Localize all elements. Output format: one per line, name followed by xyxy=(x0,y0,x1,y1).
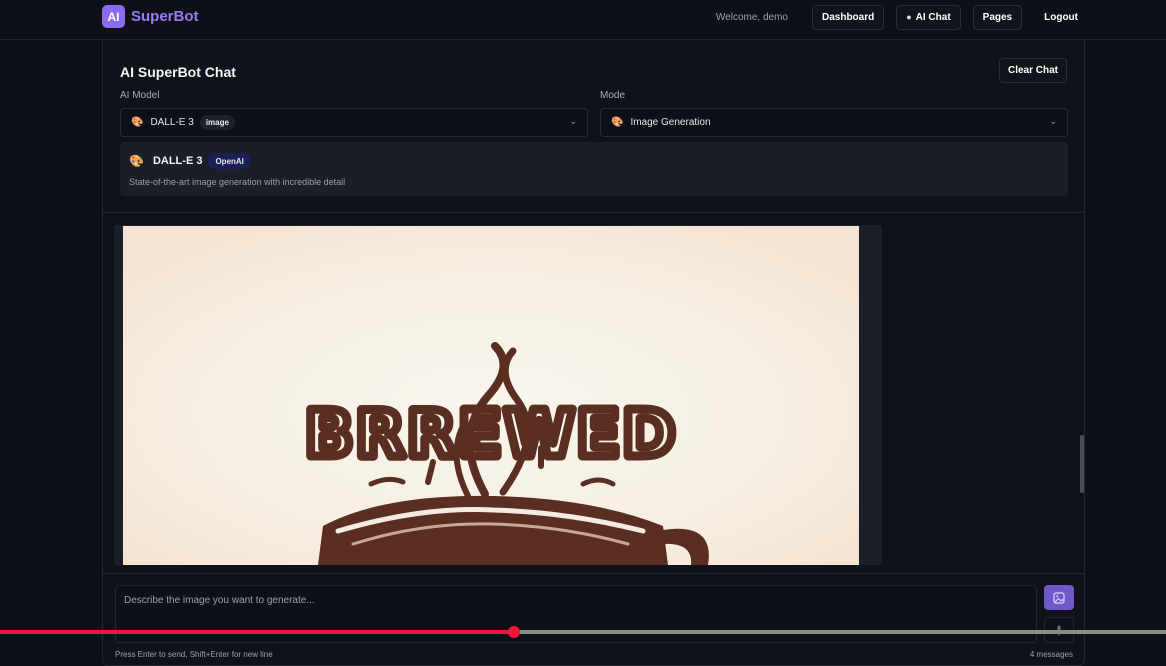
video-played-bar xyxy=(0,630,515,634)
mode-label: Mode xyxy=(600,90,626,101)
provider-badge: OpenAI xyxy=(208,153,251,169)
dashboard-button[interactable]: Dashboard xyxy=(811,4,885,30)
prompt-input[interactable] xyxy=(115,585,1037,643)
model-select-value: DALL-E 3 xyxy=(150,117,194,128)
input-hint: Press Enter to send, Shift+Enter for new… xyxy=(115,650,273,659)
image-message: BRREWED xyxy=(114,225,882,565)
message-count: 4 messages xyxy=(1029,650,1073,659)
clear-chat-label: Clear Chat xyxy=(1007,65,1058,76)
chevron-down-icon: ⌄ xyxy=(1049,116,1057,126)
chat-card: AI SuperBot Chat Clear Chat AI Model 🎨 D… xyxy=(102,40,1085,666)
image-generate-icon xyxy=(1053,591,1065,604)
generated-image[interactable]: BRREWED xyxy=(123,226,859,565)
dashboard-label: Dashboard xyxy=(821,11,875,23)
ai-chat-button[interactable]: ● AI Chat xyxy=(896,4,961,30)
mode-select-value: Image Generation xyxy=(630,117,711,128)
page-title: AI SuperBot Chat xyxy=(120,64,236,80)
model-description: State-of-the-art image generation with i… xyxy=(129,177,346,187)
messages-scrollbar[interactable] xyxy=(1080,435,1084,493)
model-info-panel: 🎨 DALL-E 3 OpenAI State-of-the-art image… xyxy=(120,142,1068,196)
model-label: AI Model xyxy=(120,90,160,101)
palette-icon: 🎨 xyxy=(131,117,144,128)
brand-name: SuperBot xyxy=(131,8,199,25)
model-info-name: DALL-E 3 xyxy=(152,155,203,167)
image-word: BRREWED xyxy=(305,398,678,472)
palette-icon: 🎨 xyxy=(129,154,144,168)
nav-right: Welcome, demo Dashboard ● AI Chat Pages … xyxy=(716,4,1088,30)
message-list[interactable]: BRREWED xyxy=(103,213,1084,573)
model-select[interactable]: 🎨 DALL-E 3 image ⌄ xyxy=(120,108,588,137)
chat-bubble-icon: ● xyxy=(906,12,912,22)
clear-chat-button[interactable]: Clear Chat xyxy=(998,58,1067,83)
logout-label: Logout xyxy=(1044,11,1078,23)
welcome-text: Welcome, demo xyxy=(715,11,788,23)
model-info-header: 🎨 DALL-E 3 OpenAI xyxy=(129,153,251,169)
pages-label: Pages xyxy=(982,11,1013,23)
ai-chat-label: AI Chat xyxy=(915,11,951,23)
mode-select[interactable]: 🎨 Image Generation ⌄ xyxy=(600,108,1068,137)
brand[interactable]: AI SuperBot xyxy=(102,5,199,28)
model-type-tag: image xyxy=(199,115,235,130)
palette-icon: 🎨 xyxy=(611,117,624,128)
pages-button[interactable]: Pages xyxy=(972,4,1023,30)
chevron-down-icon: ⌄ xyxy=(569,116,577,126)
brand-logo: AI xyxy=(102,5,125,28)
input-divider xyxy=(103,573,1084,574)
generate-button[interactable] xyxy=(1044,585,1074,610)
top-navigation: AI SuperBot Welcome, demo Dashboard ● AI… xyxy=(0,0,1166,40)
video-progress-bar[interactable] xyxy=(0,626,1166,638)
logout-button[interactable]: Logout xyxy=(1034,5,1088,30)
